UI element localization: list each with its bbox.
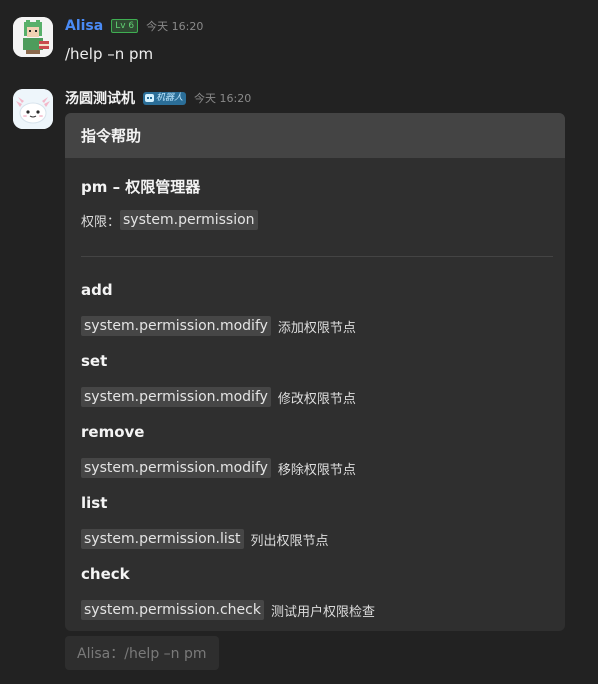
subcommand-line: system.permission.modify 添加权限节点	[81, 316, 356, 336]
avatar-icon	[13, 89, 53, 129]
subcommand-name: add	[81, 281, 113, 299]
message-text: /help –n pm	[65, 45, 154, 63]
help-card: 指令帮助 pm – 权限管理器 权限： system.permission ad…	[65, 113, 565, 631]
subcommand-desc: 添加权限节点	[277, 320, 356, 336]
permission-code: system.permission.modify	[81, 316, 271, 336]
subcommand-line: system.permission.modify 移除权限节点	[81, 458, 356, 478]
permission-code: system.permission.list	[81, 529, 244, 549]
bot-badge-label: 机器人	[156, 92, 184, 103]
subcommand-name: check	[81, 565, 130, 583]
subcommand-desc: 移除权限节点	[277, 462, 356, 478]
subcommand-desc: 修改权限节点	[277, 391, 356, 407]
level-badge: Lv 6	[111, 19, 139, 33]
message-alisa: Alisa Lv 6 今天 16:20 /help –n pm	[0, 0, 598, 70]
avatar-icon	[13, 17, 53, 57]
subcommand-name: set	[81, 352, 108, 370]
command-permission: 权限： system.permission	[81, 210, 258, 230]
divider	[81, 256, 553, 257]
subcommand-line: system.permission.check 测试用户权限检查	[81, 600, 375, 620]
subcommand-desc: 列出权限节点	[250, 533, 329, 549]
robot-icon	[145, 94, 154, 102]
subcommand-name: remove	[81, 423, 145, 441]
permission-code: system.permission.check	[81, 600, 264, 620]
message-meta: Alisa Lv 6 今天 16:20	[65, 16, 203, 36]
permission-label: 权限：	[81, 214, 121, 230]
user-avatar[interactable]	[13, 17, 53, 57]
bot-avatar[interactable]	[13, 89, 53, 129]
username[interactable]: 汤圆测试机	[65, 88, 135, 108]
subcommand-desc: 测试用户权限检查	[270, 604, 375, 620]
subcommand-line: system.permission.list 列出权限节点	[81, 529, 329, 549]
card-header: 指令帮助	[65, 113, 565, 158]
subcommand-name: list	[81, 494, 108, 512]
username[interactable]: Alisa	[65, 18, 103, 34]
subcommand-line: system.permission.modify 修改权限节点	[81, 387, 356, 407]
command-title: pm – 权限管理器	[81, 178, 201, 196]
timestamp: 今天 16:20	[146, 20, 204, 33]
permission-code: system.permission	[120, 210, 258, 230]
permission-code: system.permission.modify	[81, 387, 271, 407]
message-meta: 汤圆测试机 机器人 今天 16:20	[65, 88, 251, 108]
reply-reference[interactable]: Alisa：/help –n pm	[65, 636, 219, 670]
permission-code: system.permission.modify	[81, 458, 271, 478]
bot-badge: 机器人	[143, 91, 187, 105]
timestamp: 今天 16:20	[194, 92, 252, 105]
